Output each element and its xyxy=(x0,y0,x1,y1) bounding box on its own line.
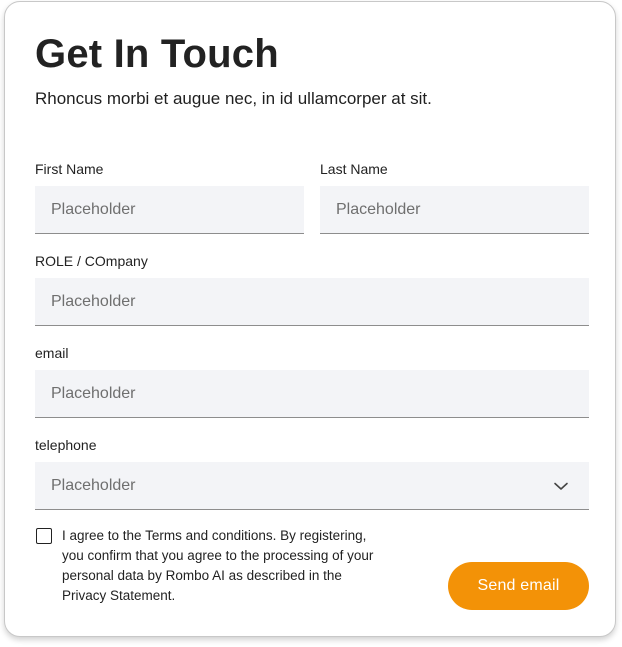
terms-consent-text: I agree to the Terms and conditions. By … xyxy=(62,528,374,603)
terms-checkbox[interactable] xyxy=(36,528,52,544)
email-input[interactable] xyxy=(35,370,589,418)
telephone-select[interactable]: Placeholder xyxy=(35,462,589,510)
first-name-label: First Name xyxy=(35,161,104,177)
chevron-down-icon xyxy=(553,478,569,494)
role-company-label: ROLE / COmpany xyxy=(35,253,148,269)
telephone-select-value: Placeholder xyxy=(51,476,136,494)
first-name-input[interactable] xyxy=(35,186,304,234)
form-title: Get In Touch xyxy=(35,32,279,76)
email-label: email xyxy=(35,345,69,361)
telephone-label: telephone xyxy=(35,437,97,453)
last-name-input[interactable] xyxy=(320,186,589,234)
send-email-button[interactable]: Send email xyxy=(448,562,589,610)
last-name-label: Last Name xyxy=(320,161,388,177)
form-subtitle: Rhoncus morbi et augue nec, in id ullamc… xyxy=(35,89,432,108)
role-company-input[interactable] xyxy=(35,278,589,326)
contact-form-card: Get In Touch Rhoncus morbi et augue nec,… xyxy=(4,1,616,637)
